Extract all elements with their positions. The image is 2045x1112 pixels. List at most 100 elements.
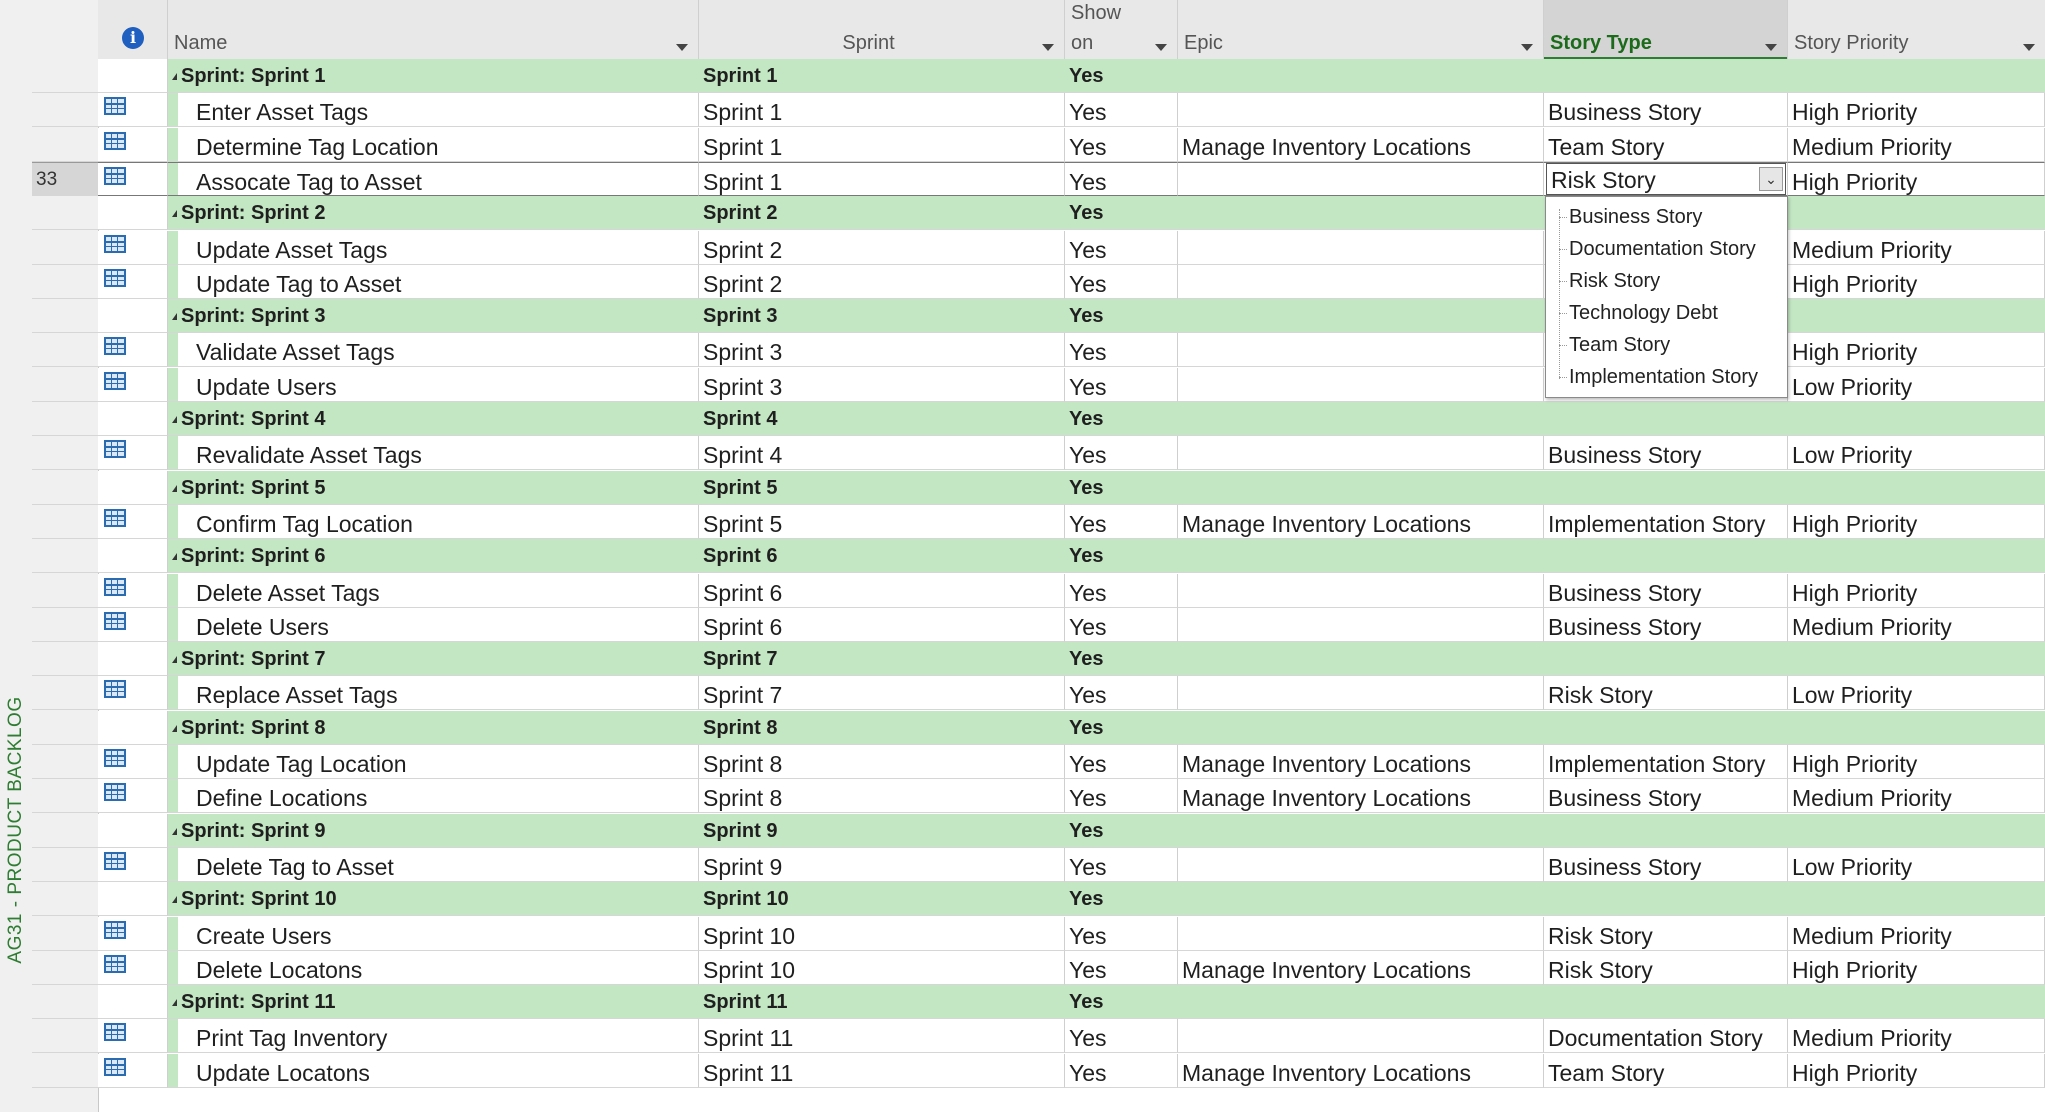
epic-cell[interactable] [1178, 813, 1544, 848]
story-priority-cell[interactable]: High Priority [1788, 504, 2045, 539]
row-number[interactable] [32, 436, 98, 471]
table-row[interactable]: Update Locatons Sprint 11 Yes Manage Invent… [0, 1053, 2045, 1088]
row-number[interactable] [32, 128, 98, 162]
show-on-cell[interactable]: Yes [1065, 882, 1178, 917]
chevron-down-icon[interactable] [1521, 44, 1533, 51]
epic-cell[interactable] [1178, 333, 1544, 368]
sprint-cell[interactable]: Sprint 11 [699, 985, 1065, 1020]
table-row[interactable]: Determine Tag Location Sprint 1 Yes Manage … [0, 127, 2045, 162]
sprint-cell[interactable]: Sprint 10 [699, 916, 1065, 951]
story-type-cell[interactable]: Team Story [1544, 1053, 1788, 1088]
row-number[interactable] [32, 299, 98, 334]
table-row[interactable]: Enter Asset Tags Sprint 1 Yes Business Stor… [0, 93, 2045, 128]
story-type-cell[interactable]: Business Story [1544, 779, 1788, 814]
story-type-cell[interactable]: Business Story [1544, 436, 1788, 471]
header-name[interactable]: Name [168, 0, 699, 59]
story-priority-cell[interactable]: High Priority [1788, 745, 2045, 779]
header-story-priority[interactable]: Story Priority [1788, 0, 2045, 59]
name-cell[interactable]: Revalidate Asset Tags [168, 436, 699, 471]
story-type-cell[interactable] [1544, 813, 1788, 848]
row-number[interactable] [32, 231, 98, 265]
show-on-cell[interactable]: Yes [1065, 642, 1178, 677]
epic-cell[interactable] [1178, 573, 1544, 608]
story-type-cell[interactable]: Implementation Story [1544, 504, 1788, 539]
show-on-cell[interactable]: Yes [1065, 161, 1178, 196]
story-priority-cell[interactable]: High Priority [1788, 333, 2045, 368]
story-priority-cell[interactable]: High Priority [1788, 573, 2045, 608]
name-cell[interactable]: Sprint: Sprint 2 [168, 196, 699, 231]
epic-cell[interactable] [1178, 882, 1544, 917]
show-on-cell[interactable]: Yes [1065, 436, 1178, 471]
story-priority-cell[interactable] [1788, 710, 2045, 745]
collapse-triangle-icon[interactable] [172, 416, 177, 424]
show-on-cell[interactable]: Yes [1065, 470, 1178, 505]
group-row[interactable]: Sprint: Sprint 7 Sprint 7 Yes [0, 642, 2045, 677]
sprint-cell[interactable]: Sprint 7 [699, 642, 1065, 677]
table-row[interactable]: Define Locations Sprint 8 Yes Manage Invent… [0, 779, 2045, 814]
table-row[interactable]: Delete Tag to Asset Sprint 9 Yes Business S… [0, 847, 2045, 882]
show-on-cell[interactable]: Yes [1065, 950, 1178, 985]
collapse-triangle-icon[interactable] [172, 656, 177, 664]
name-cell[interactable]: Update Tag to Asset [168, 264, 699, 299]
show-on-cell[interactable]: Yes [1065, 264, 1178, 299]
sprint-cell[interactable]: Sprint 1 [699, 59, 1065, 93]
dropdown-option[interactable]: Risk Story [1546, 265, 1787, 297]
show-on-cell[interactable]: Yes [1065, 127, 1178, 162]
epic-cell[interactable]: Manage Inventory Locations [1178, 504, 1544, 539]
show-on-cell[interactable]: Yes [1065, 676, 1178, 711]
dropdown-option[interactable]: Business Story [1546, 201, 1787, 233]
epic-cell[interactable] [1178, 642, 1544, 677]
sprint-cell[interactable]: Sprint 11 [699, 1019, 1065, 1054]
story-type-cell[interactable]: Risk Story [1544, 916, 1788, 951]
epic-cell[interactable] [1178, 59, 1544, 93]
name-cell[interactable]: Delete Users [168, 607, 699, 642]
story-type-cell[interactable] [1544, 642, 1788, 677]
epic-cell[interactable]: Manage Inventory Locations [1178, 1053, 1544, 1088]
row-number[interactable] [32, 951, 98, 985]
show-on-cell[interactable]: Yes [1065, 573, 1178, 608]
epic-cell[interactable] [1178, 1019, 1544, 1054]
table-row[interactable]: Delete Users Sprint 6 Yes Business Story Med… [0, 607, 2045, 642]
name-cell[interactable]: Delete Locatons [168, 950, 699, 985]
row-number[interactable] [32, 642, 98, 677]
sprint-cell[interactable]: Sprint 3 [699, 333, 1065, 368]
row-number[interactable] [32, 848, 98, 882]
row-number[interactable] [32, 574, 98, 608]
row-number[interactable] [32, 59, 98, 93]
row-number[interactable] [32, 265, 98, 299]
story-priority-cell[interactable]: High Priority [1788, 1053, 2045, 1088]
row-number[interactable] [32, 779, 98, 814]
dropdown-option[interactable]: Implementation Story [1546, 361, 1787, 393]
sprint-cell[interactable]: Sprint 3 [699, 367, 1065, 402]
name-cell[interactable]: Sprint: Sprint 4 [168, 402, 699, 436]
chevron-down-icon[interactable]: ⌄ [1759, 167, 1783, 191]
show-on-cell[interactable]: Yes [1065, 196, 1178, 231]
row-number[interactable] [32, 196, 98, 231]
collapse-triangle-icon[interactable] [172, 210, 177, 218]
row-number[interactable] [32, 711, 98, 745]
group-row[interactable]: Sprint: Sprint 8 Sprint 8 Yes [0, 710, 2045, 745]
show-on-cell[interactable]: Yes [1065, 745, 1178, 779]
row-number[interactable] [32, 539, 98, 574]
story-priority-cell[interactable]: Medium Priority [1788, 1019, 2045, 1054]
sprint-cell[interactable]: Sprint 8 [699, 745, 1065, 779]
row-number[interactable] [32, 471, 98, 505]
story-type-cell[interactable] [1544, 470, 1788, 505]
table-row[interactable]: Replace Asset Tags Sprint 7 Yes Risk Story L… [0, 676, 2045, 711]
sprint-cell[interactable]: Sprint 9 [699, 847, 1065, 882]
group-row[interactable]: Sprint: Sprint 5 Sprint 5 Yes [0, 470, 2045, 505]
collapse-triangle-icon[interactable] [172, 553, 177, 561]
show-on-cell[interactable]: Yes [1065, 813, 1178, 848]
story-priority-cell[interactable]: Low Priority [1788, 367, 2045, 402]
show-on-cell[interactable]: Yes [1065, 539, 1178, 574]
sprint-cell[interactable]: Sprint 4 [699, 402, 1065, 436]
story-priority-cell[interactable]: High Priority [1788, 950, 2045, 985]
story-priority-cell[interactable] [1788, 470, 2045, 505]
name-cell[interactable]: Sprint: Sprint 7 [168, 642, 699, 677]
story-priority-cell[interactable]: Medium Priority [1788, 127, 2045, 162]
name-cell[interactable]: Delete Tag to Asset [168, 847, 699, 882]
collapse-triangle-icon[interactable] [172, 313, 177, 321]
story-type-cell[interactable]: Team Story [1544, 127, 1788, 162]
epic-cell[interactable] [1178, 230, 1544, 265]
sprint-cell[interactable]: Sprint 5 [699, 470, 1065, 505]
